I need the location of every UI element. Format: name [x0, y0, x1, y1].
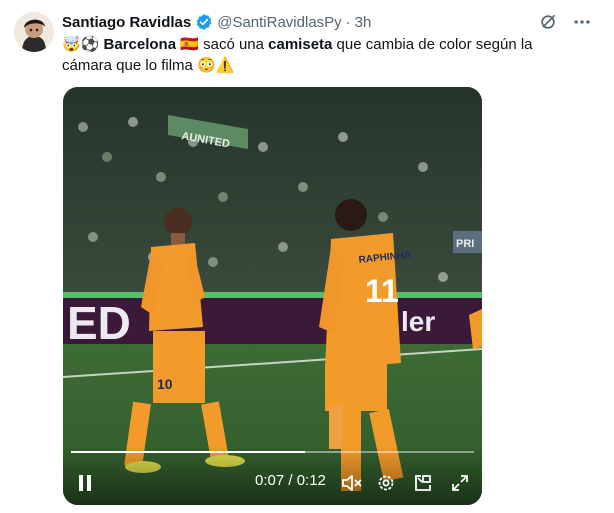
author-handle[interactable]: @SantiRavidlasPy: [217, 14, 341, 31]
tweet: Santiago Ravidlas @SantiRavidlasPy · 3h: [0, 0, 614, 513]
verified-badge-icon: [195, 13, 213, 31]
emoji-prefix: 🤯⚽: [62, 36, 100, 53]
video-progress-fill: [71, 451, 305, 453]
post-header: Santiago Ravidlas @SantiRavidlasPy · 3h: [62, 12, 371, 32]
flag-emoji: 🇪🇸: [180, 36, 199, 53]
post-keyword: camiseta: [268, 36, 333, 53]
fullscreen-icon[interactable]: [450, 473, 470, 498]
player-right-number: 11: [365, 273, 399, 309]
mute-icon[interactable]: [341, 473, 363, 498]
video-time: 0:07 / 0:12: [255, 472, 326, 489]
banner-text: ED: [67, 297, 131, 349]
team-name: Barcelona: [103, 36, 177, 53]
player-left-number: 10: [157, 376, 173, 392]
video-progress-bar[interactable]: [71, 451, 474, 453]
video-player[interactable]: AUNITED PRI ED ler 10 RAPHINHA 11 0:07 /…: [63, 87, 482, 505]
video-frame: AUNITED PRI ED ler 10 RAPHINHA 11: [63, 87, 482, 505]
banner-text-right: ler: [401, 306, 435, 337]
corner-sign-text: PRI: [456, 238, 474, 250]
avatar[interactable]: [14, 12, 54, 52]
post-text-part-1: sacó una: [198, 36, 269, 53]
post-time[interactable]: 3h: [355, 14, 372, 31]
picture-in-picture-icon[interactable]: [413, 473, 433, 498]
post-text: 🤯⚽ Barcelona 🇪🇸 sacó una camiseta que ca…: [62, 34, 582, 76]
emoji-suffix: 😳⚠️: [197, 57, 235, 74]
author-display-name[interactable]: Santiago Ravidlas: [62, 14, 191, 31]
settings-icon[interactable]: [376, 473, 396, 498]
pause-icon[interactable]: [77, 474, 93, 497]
header-separator: ·: [345, 13, 351, 31]
